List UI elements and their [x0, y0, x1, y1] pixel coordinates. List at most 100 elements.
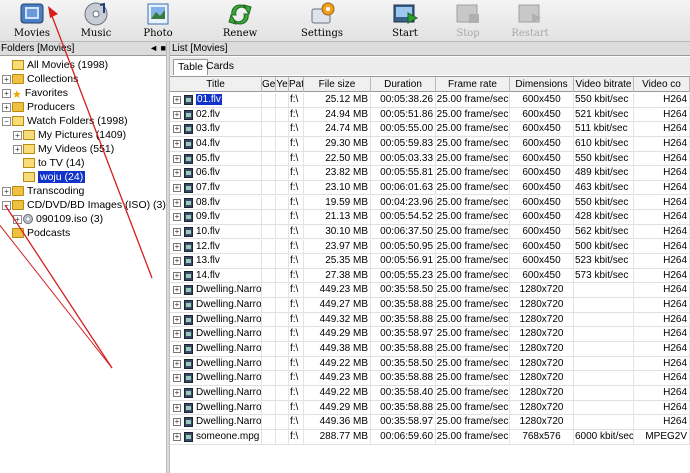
table-row[interactable]: +05.flv f:\ 22.50 MB 00:05:03.33 25.00 frame… — [170, 151, 690, 167]
table-row[interactable]: +06.flv f:\ 23.82 MB 00:05:55.81 25.00 frame… — [170, 166, 690, 181]
cell-year — [276, 122, 289, 137]
table-row[interactable]: + Dwelling.Narrow f:\ 449.36 MB 00:35:58.97 2… — [170, 415, 690, 430]
column-header-file-size[interactable]: File size — [304, 77, 371, 92]
cell-file-size: 449.36 MB — [304, 415, 371, 430]
table-row[interactable]: + Dwelling.Narrow f:\ 449.23 MB 00:35:58.50 2… — [170, 283, 690, 299]
cell-year — [276, 415, 289, 430]
cell-file-size: 23.82 MB — [304, 166, 371, 181]
table-row[interactable]: +10.flv f:\ 30.10 MB 00:06:37.50 25.00 frame… — [170, 224, 690, 240]
tab-cards[interactable]: Cards — [202, 59, 238, 75]
cell-frame-rate: 25.00 frame/sec — [436, 429, 510, 444]
cell-genre — [262, 107, 276, 122]
table-row[interactable]: +02.flv f:\ 24.94 MB 00:05:51.86 25.00 frame… — [170, 107, 690, 123]
column-header-genre[interactable]: Ge — [262, 77, 276, 92]
list-panel-title: List [Movies] — [172, 43, 228, 54]
table-row[interactable]: + Dwelling.Narrow f:\ 449.22 MB 00:35:58.40 2… — [170, 386, 690, 401]
expand-icon[interactable]: + — [2, 88, 11, 98]
cell-title: Dwelling.Narrow — [170, 342, 262, 357]
tree-item-watch-folders[interactable]: − Watch Folders (1998) — [2, 114, 128, 128]
cell-frame-rate: 25.00 frame/sec — [436, 122, 510, 137]
table-row[interactable]: +01.flv f:\ 25.12 MB 00:05:38.26 25.00 frame… — [170, 93, 690, 108]
cell-file-size: 24.74 MB — [304, 122, 371, 137]
cell-dimensions: 600x450 — [510, 107, 574, 122]
table-row[interactable]: +08.flv f:\ 19.59 MB 00:04:23.96 25.00 frame… — [170, 195, 690, 211]
column-header-video-codec[interactable]: Video co — [634, 77, 690, 92]
tree-item-woju[interactable]: woju (24) — [13, 170, 86, 184]
tree-item-090109-iso[interactable]: +090109.iso (3) — [13, 212, 103, 226]
tree-item-producers[interactable]: + Producers — [2, 100, 75, 114]
column-header-path[interactable]: Pat — [289, 77, 304, 92]
table-row[interactable]: + Dwelling.Narrow f:\ 449.38 MB 00:35:58.88 2… — [170, 342, 690, 357]
cell-genre — [262, 210, 276, 225]
collapse-icon[interactable]: − — [2, 200, 11, 210]
column-header-title[interactable]: Title — [170, 77, 262, 92]
cell-path: f:\ — [289, 180, 304, 195]
cell-video-codec: H264 — [634, 371, 690, 386]
table-row[interactable]: +03.flv f:\ 24.74 MB 00:05:55.00 25.00 frame… — [170, 122, 690, 137]
folder-icon — [12, 228, 24, 239]
cell-title: 12.flv — [170, 239, 262, 254]
table-row[interactable]: +14.flv f:\ 27.38 MB 00:05:55.23 25.00 frame… — [170, 268, 690, 284]
expand-icon[interactable]: + — [13, 214, 22, 224]
table-row[interactable]: + Dwelling.Narrow f:\ 449.23 MB 00:35:58.88 2… — [170, 371, 690, 386]
table-row[interactable]: + Dwelling.Narrow f:\ 449.22 MB 00:35:58.50 2… — [170, 356, 690, 372]
cell-video-bitrate — [574, 342, 634, 357]
table-row[interactable]: +09.flv f:\ 21.13 MB 00:05:54.52 25.00 frame… — [170, 210, 690, 225]
panel-controls[interactable]: ◄ ■ — [149, 42, 166, 55]
cell-frame-rate: 25.00 frame/sec — [436, 298, 510, 313]
tree-item-transcoding[interactable]: + Transcoding — [2, 184, 84, 198]
expand-icon[interactable]: + — [2, 74, 11, 84]
column-header-year[interactable]: Ye — [276, 77, 289, 92]
expand-icon[interactable]: + — [2, 186, 11, 196]
cell-genre — [262, 136, 276, 151]
expand-icon[interactable]: + — [13, 144, 22, 154]
tree-item-my-pictures[interactable]: + My Pictures (1409) — [13, 128, 126, 142]
restart-button[interactable]: Restart — [500, 0, 560, 42]
cell-dimensions: 600x450 — [510, 268, 574, 283]
tree-item-my-videos[interactable]: + My Videos (551) — [13, 142, 114, 156]
start-button[interactable]: Start — [375, 0, 435, 42]
table-row[interactable]: + Dwelling.Narrow f:\ 449.29 MB 00:35:58.97 2… — [170, 327, 690, 342]
cell-video-codec: H264 — [634, 254, 690, 269]
cell-file-size: 23.97 MB — [304, 239, 371, 254]
cell-frame-rate: 25.00 frame/sec — [436, 151, 510, 166]
movie-table: Title Ge Ye Pat File size Duration Frame… — [170, 76, 690, 473]
tree-item-favorites[interactable]: + ★ Favorites — [2, 86, 68, 101]
table-row[interactable]: + Dwelling.Narrow f:\ 449.29 MB 00:35:58.88 2… — [170, 400, 690, 416]
table-row[interactable]: + Dwelling.Narrow f:\ 449.32 MB 00:35:58.88 2… — [170, 312, 690, 328]
expand-icon[interactable]: + — [13, 130, 22, 140]
photo-button[interactable]: Photo — [128, 0, 188, 42]
cell-year — [276, 312, 289, 327]
tree-item-podcasts[interactable]: Podcasts — [2, 226, 70, 240]
music-button[interactable]: Music — [66, 0, 126, 42]
tree-item-collections[interactable]: + Collections — [2, 72, 78, 86]
table-row[interactable]: +13.flv f:\ 25.35 MB 00:05:56.91 25.00 frame… — [170, 254, 690, 269]
folder-tree: All Movies (1998) + Collections + ★ Favorit… — [0, 57, 166, 473]
stop-button[interactable]: Stop — [438, 0, 498, 42]
cell-path: f:\ — [289, 342, 304, 357]
column-header-dimensions[interactable]: Dimensions — [510, 77, 574, 92]
renew-button[interactable]: Renew — [210, 0, 270, 42]
cell-duration: 00:06:37.50 — [371, 224, 436, 239]
tree-item-iso-images[interactable]: − CD/DVD/BD Images (ISO) (3) — [2, 198, 166, 212]
column-header-frame-rate[interactable]: Frame rate — [436, 77, 510, 92]
collapse-icon[interactable]: − — [2, 116, 11, 126]
movies-button[interactable]: Movies — [2, 0, 62, 42]
cell-year — [276, 180, 289, 195]
table-row[interactable]: + Dwelling.Narrow f:\ 449.27 MB 00:35:58.88 2… — [170, 298, 690, 313]
table-row[interactable]: +07.flv f:\ 23.10 MB 00:06:01.63 25.00 frame… — [170, 180, 690, 196]
settings-button[interactable]: Settings — [292, 0, 352, 42]
expand-icon[interactable]: + — [2, 102, 11, 112]
cell-genre — [262, 239, 276, 254]
cell-duration: 00:05:50.95 — [371, 239, 436, 254]
tree-item-all-movies[interactable]: All Movies (1998) — [2, 58, 108, 72]
cell-frame-rate: 25.00 frame/sec — [436, 283, 510, 298]
table-row[interactable]: +12.flv f:\ 23.97 MB 00:05:50.95 25.00 frame… — [170, 239, 690, 255]
cell-path: f:\ — [289, 327, 304, 342]
column-header-video-bitrate[interactable]: Video bitrate — [574, 77, 634, 92]
cell-video-bitrate: 463 kbit/sec — [574, 180, 634, 195]
column-header-duration[interactable]: Duration — [371, 77, 436, 92]
table-row[interactable]: + someone.mpg f:\ 288.77 MB 00:06:59.60 25.00… — [170, 429, 690, 445]
table-row[interactable]: +04.flv f:\ 29.30 MB 00:05:59.83 25.00 frame… — [170, 136, 690, 152]
tree-item-to-tv[interactable]: to TV (14) — [13, 156, 85, 170]
